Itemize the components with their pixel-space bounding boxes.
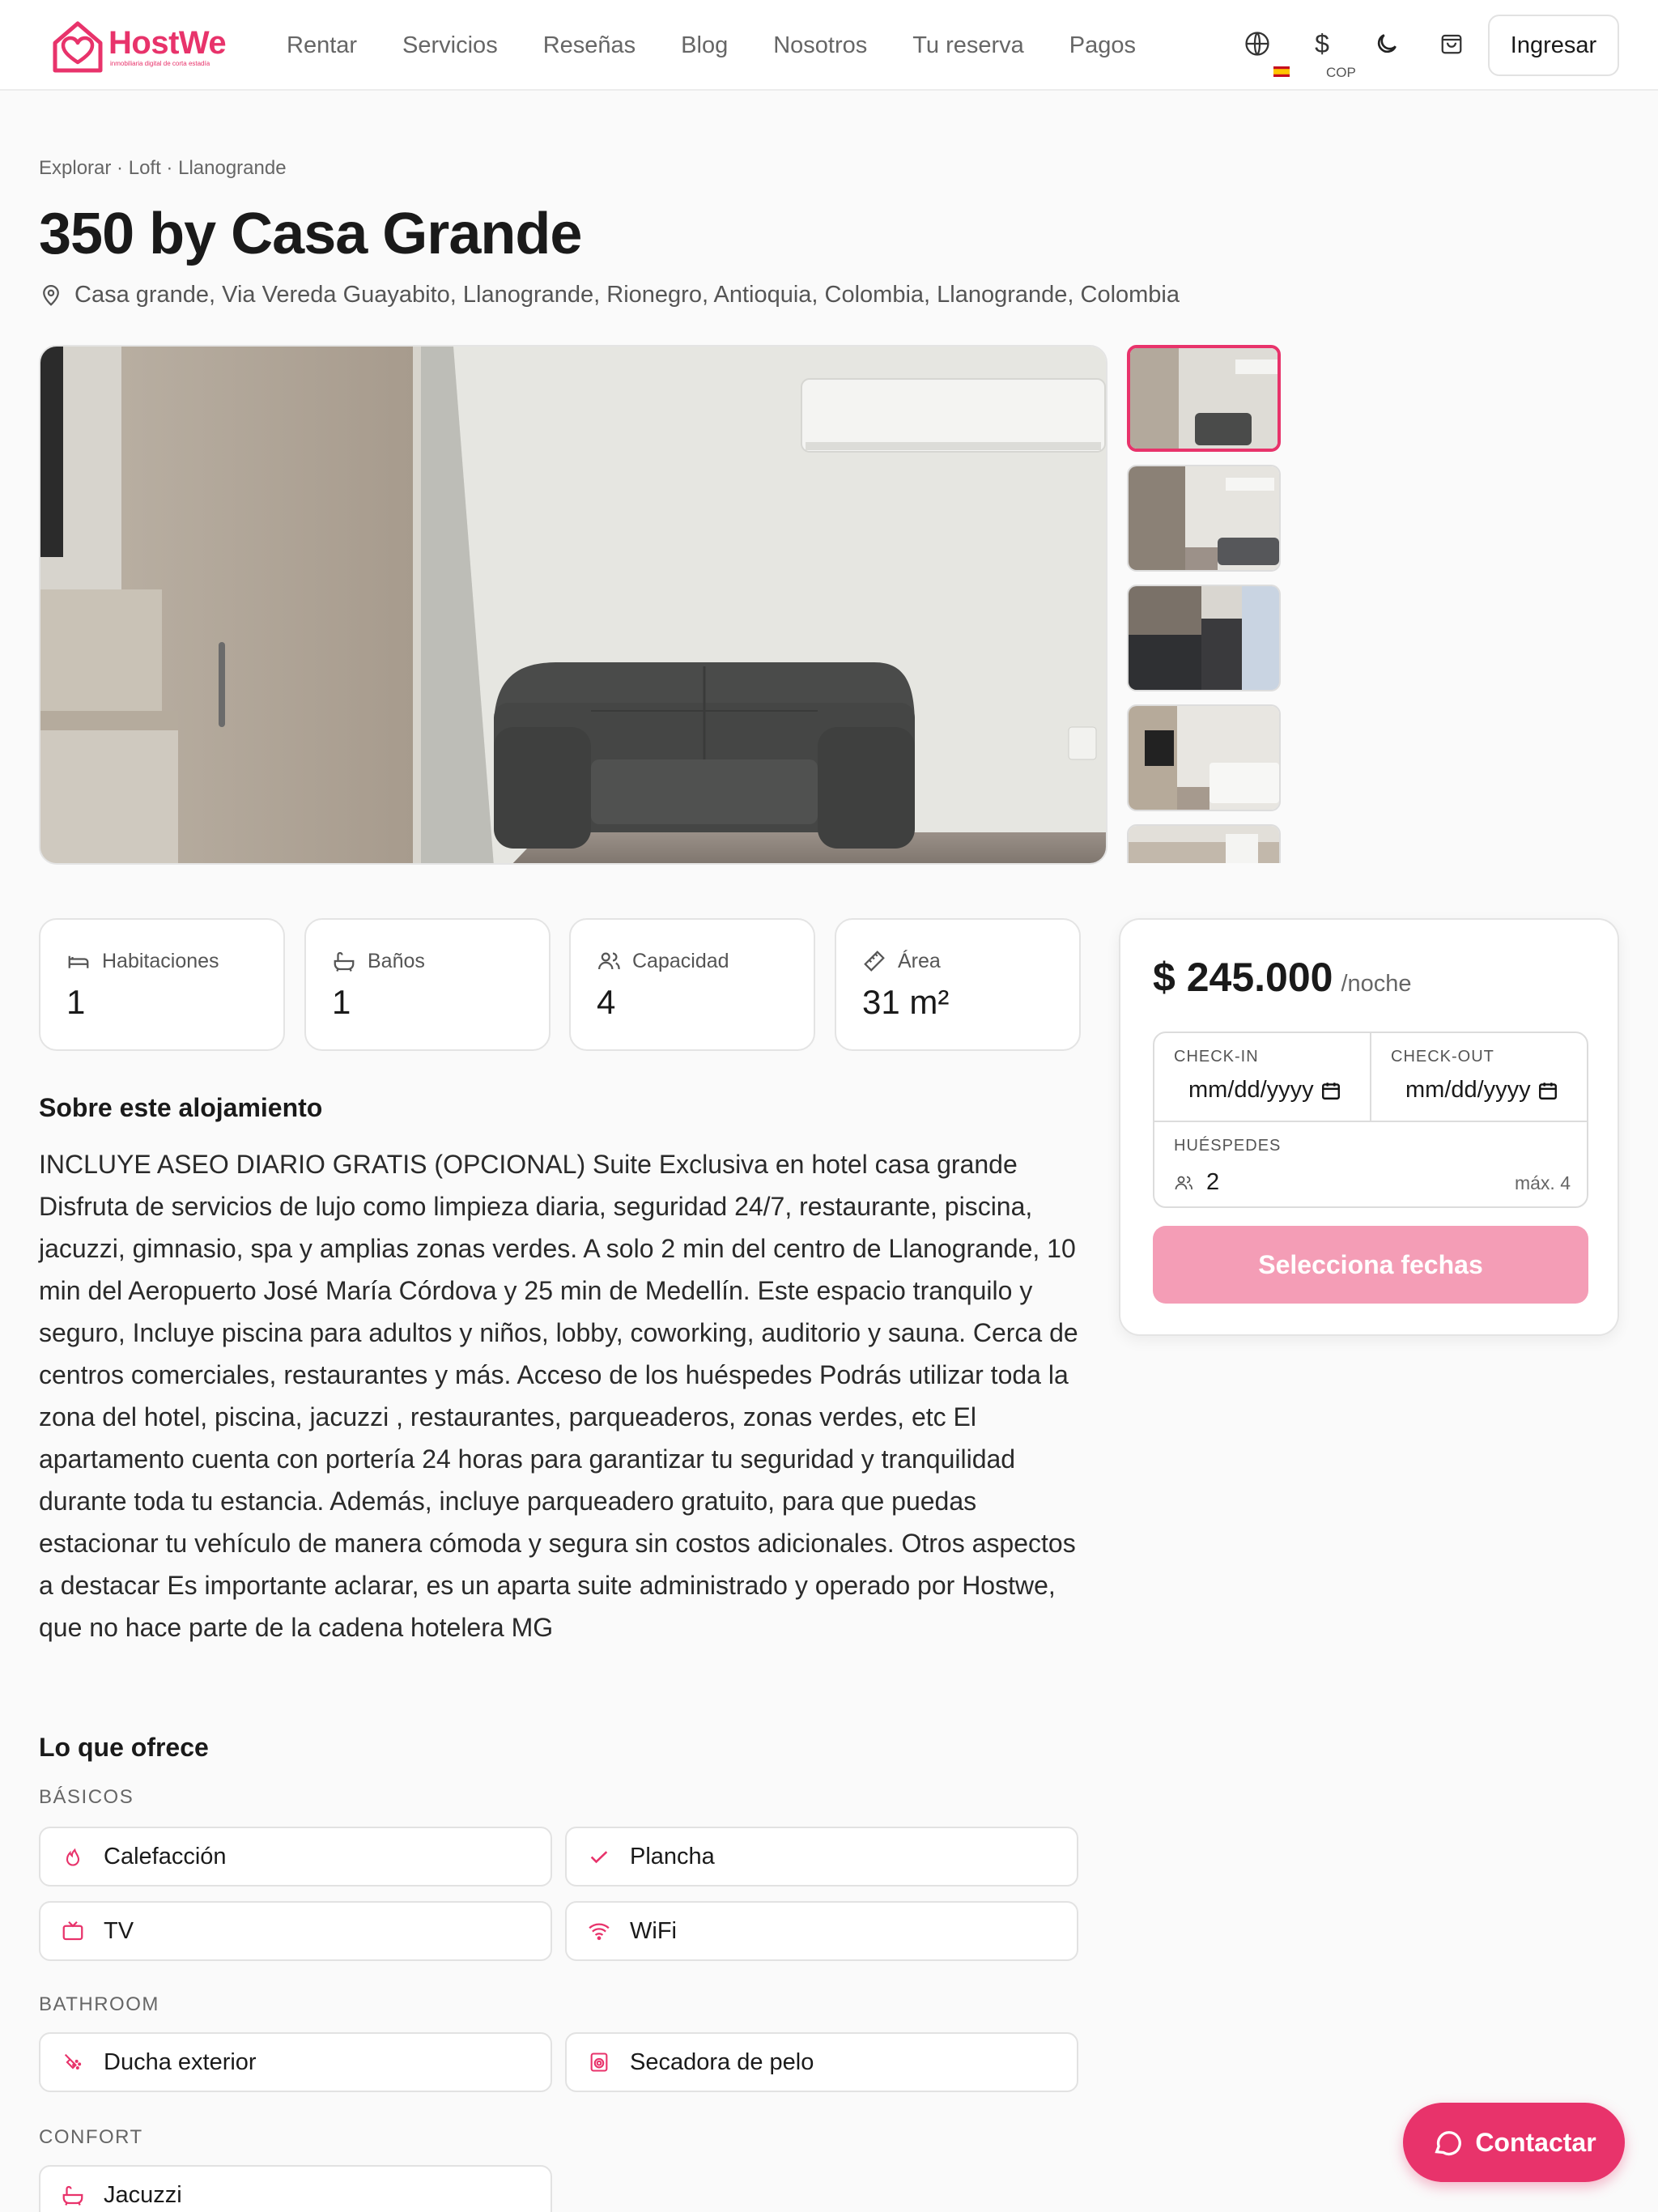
contact-label: Contactar [1475,2127,1596,2157]
address-text: Casa grande, Via Vereda Guayabito, Llano… [74,282,1180,308]
contact-button[interactable]: Contactar [1403,2103,1625,2182]
amenity-jacuzzi: Jacuzzi [39,2165,552,2212]
brand-tagline: inmobiliaria digital de corta estadía [110,60,210,67]
listing-address: Casa grande, Via Vereda Guayabito, Llano… [39,282,1180,308]
nightly-price: $ 245.000 /noche [1153,954,1412,1001]
thumb-photo-5 [1129,826,1279,863]
listing-title: 350 by Casa Grande [39,202,582,266]
stat-habitaciones: Habitaciones 1 [39,918,285,1051]
thumb-photo-3 [1129,586,1279,690]
stat-value: 4 [597,983,616,1021]
nav-rentar[interactable]: Rentar [287,29,357,62]
about-text: INCLUYE ASEO DIARIO GRATIS (OPCIONAL) Su… [39,1150,1078,1642]
users-icon [1175,1176,1192,1189]
shopping-bag-icon [1441,34,1462,54]
amenity-wifi: WiFi [565,1901,1078,1961]
breadcrumb: Explorar · Loft · Llanogrande [39,157,287,179]
globe-icon [1245,32,1269,56]
flame-icon [66,1848,80,1866]
stat-value: 1 [66,983,86,1021]
amenity-category-basicos: BÁSICOS [39,1786,134,1808]
currency-selector[interactable]: $ [1306,28,1338,60]
check-icon [590,1851,608,1864]
stat-value: 31 m² [862,983,950,1021]
price-unit: /noche [1341,971,1412,997]
thumbnail-1[interactable] [1127,345,1281,452]
select-dates-button[interactable]: Selecciona fechas [1153,1226,1588,1304]
brand-name: HostWe [108,25,227,61]
bathtub-icon [62,2185,83,2206]
amenity-category-confort: CONFORT [39,2126,143,2148]
nav-tu-reserva[interactable]: Tu reserva [912,29,1024,62]
guests-max: máx. 4 [1514,1172,1571,1193]
brand-logo[interactable]: HostWe inmobiliaria digital de corta est… [50,18,227,76]
theme-toggle[interactable] [1371,28,1403,60]
guests-label: HUÉSPEDES [1174,1137,1282,1155]
main-nav: Rentar Servicios Reseñas Blog Nosotros T… [287,29,1181,62]
checkout-input[interactable]: mm/dd/yyyy [1405,1077,1531,1104]
nav-nosotros[interactable]: Nosotros [773,29,867,62]
breadcrumb-explorar[interactable]: Explorar [39,157,111,179]
top-navbar: HostWe inmobiliaria digital de corta est… [0,0,1658,91]
nav-servicios[interactable]: Servicios [402,29,498,62]
spain-flag-icon [1273,66,1290,77]
language-selector[interactable] [1241,28,1273,60]
bed-icon [68,955,89,968]
stat-area: Área 31 m² [835,918,1081,1051]
main-photo[interactable] [39,345,1107,865]
shower-icon [64,2053,82,2069]
checkout-label: CHECK-OUT [1391,1048,1494,1066]
dryer-icon [590,2052,608,2072]
chat-bubble-icon [1435,2131,1462,2156]
thumbnail-4[interactable] [1127,704,1281,811]
calendar-icon[interactable] [1320,1080,1341,1101]
thumb-photo-4 [1129,706,1279,810]
login-button[interactable]: Ingresar [1488,15,1619,76]
about-heading: Sobre este alojamiento [39,1093,323,1122]
checkin-label: CHECK-IN [1174,1048,1259,1066]
amenity-calefaccion: Calefacción [39,1827,552,1887]
cart-button[interactable] [1435,28,1468,60]
thumbnail-3[interactable] [1127,585,1281,691]
checkin-input[interactable]: mm/dd/yyyy [1188,1077,1314,1104]
calendar-icon[interactable] [1537,1080,1558,1101]
thumb-photo-1 [1130,348,1278,449]
stat-capacidad: Capacidad 4 [569,918,815,1051]
amenity-ducha-exterior: Ducha exterior [39,2032,552,2092]
users-icon [598,952,620,970]
wifi-icon [589,1923,610,1941]
amenity-tv: TV [39,1901,552,1961]
tv-icon [62,1921,83,1941]
stat-value: 1 [332,983,351,1021]
bath-icon [334,951,355,972]
house-heart-logo-icon [53,21,103,73]
moon-icon [1377,34,1397,53]
amenity-category-bathroom: BATHROOM [39,1993,159,2015]
nav-resenas[interactable]: Reseñas [543,29,636,62]
thumb-photo-2 [1129,466,1279,570]
price-amount: $ 245.000 [1153,955,1333,1000]
amenity-plancha: Plancha [565,1827,1078,1887]
amenity-secadora-de-pelo: Secadora de pelo [565,2032,1078,2092]
thumbnail-5[interactable] [1127,824,1281,863]
guests-input[interactable]: 2 [1206,1169,1219,1196]
booking-card: $ 245.000 /noche CHECK-IN mm/dd/yyyy CHE… [1119,918,1619,1336]
currency-code: COP [1326,65,1356,80]
dollar-icon: $ [1315,28,1329,58]
guests-field[interactable]: HUÉSPEDES 2 máx. 4 [1154,1121,1587,1206]
nav-blog[interactable]: Blog [681,29,728,62]
breadcrumb-loft[interactable]: Loft [129,157,161,179]
booking-form: CHECK-IN mm/dd/yyyy CHECK-OUT mm/dd/yyyy… [1153,1032,1588,1208]
amenities-heading: Lo que ofrece [39,1733,209,1762]
breadcrumb-llanogrande[interactable]: Llanogrande [178,157,286,179]
photo-thumbnails [1127,345,1282,863]
nav-pagos[interactable]: Pagos [1069,29,1136,62]
checkout-field[interactable]: CHECK-OUT mm/dd/yyyy [1371,1033,1587,1121]
thumbnail-2[interactable] [1127,465,1281,572]
checkin-field[interactable]: CHECK-IN mm/dd/yyyy [1154,1033,1371,1121]
ruler-icon [864,951,885,972]
room-photo-sofa [40,347,1106,863]
stat-banos: Baños 1 [304,918,551,1051]
map-pin-icon [43,284,59,306]
